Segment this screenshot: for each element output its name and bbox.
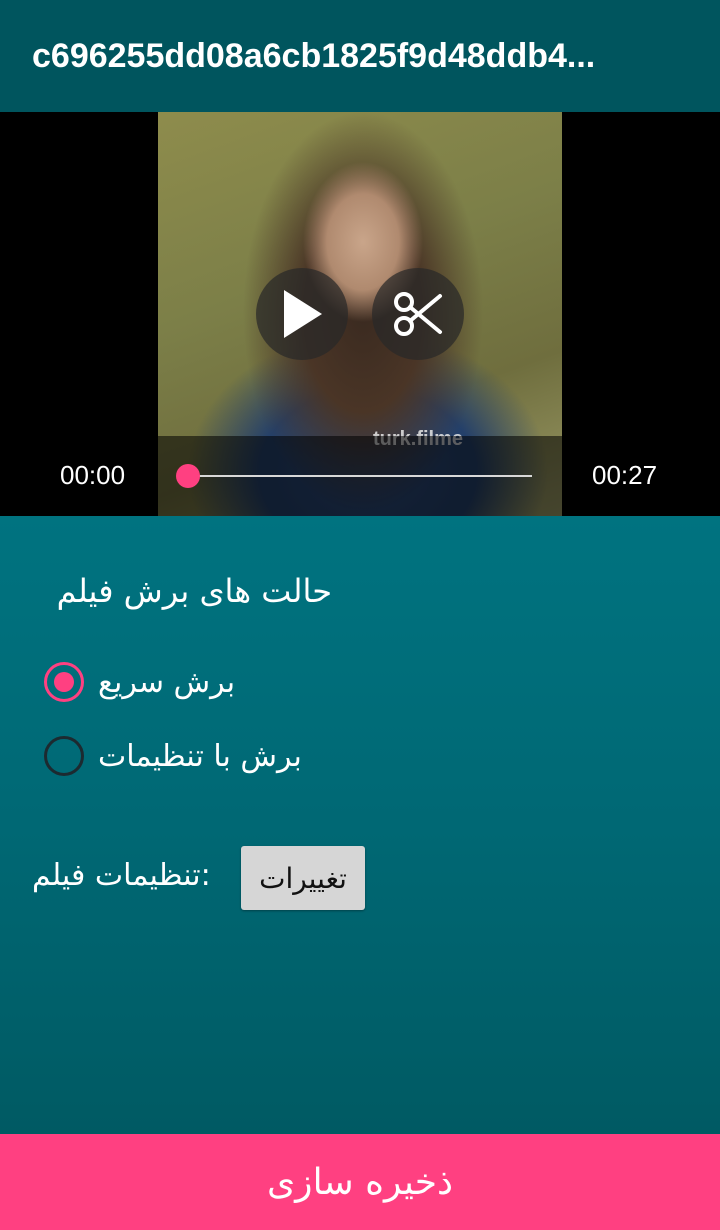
total-duration: 00:27 [592,460,658,490]
seek-thumb[interactable] [176,464,200,488]
trim-options-panel: حالت های برش فیلم برش سریع برش با تنظیما… [0,516,720,1134]
play-button[interactable] [256,268,348,360]
quick-trim-label: برش سریع [98,664,236,700]
settings-trim-option[interactable]: برش با تنظیمات [44,736,302,776]
video-player[interactable]: turk.filme 00:00 00:27 [0,112,720,516]
changes-button[interactable]: تغییرات [241,846,365,910]
settings-trim-label: برش با تنظیمات [98,738,302,774]
settings-trim-radio[interactable] [44,736,84,776]
app-bar: c696255dd08a6cb1825f9d48ddb4... [0,0,720,112]
video-settings-label: :تنظیمات فیلم [32,858,211,893]
current-time: 00:00 [60,460,126,490]
scissors-icon [394,292,442,336]
video-file-title: c696255dd08a6cb1825f9d48ddb4... [32,36,596,75]
play-icon [284,290,322,338]
seek-bar[interactable] [188,475,532,477]
trim-modes-title: حالت های برش فیلم [56,572,332,610]
cut-button[interactable] [372,268,464,360]
quick-trim-option[interactable]: برش سریع [44,662,235,702]
quick-trim-radio[interactable] [44,662,84,702]
playback-bar: 00:00 00:27 [0,436,720,516]
save-button[interactable]: ذخیره سازی [0,1134,720,1230]
